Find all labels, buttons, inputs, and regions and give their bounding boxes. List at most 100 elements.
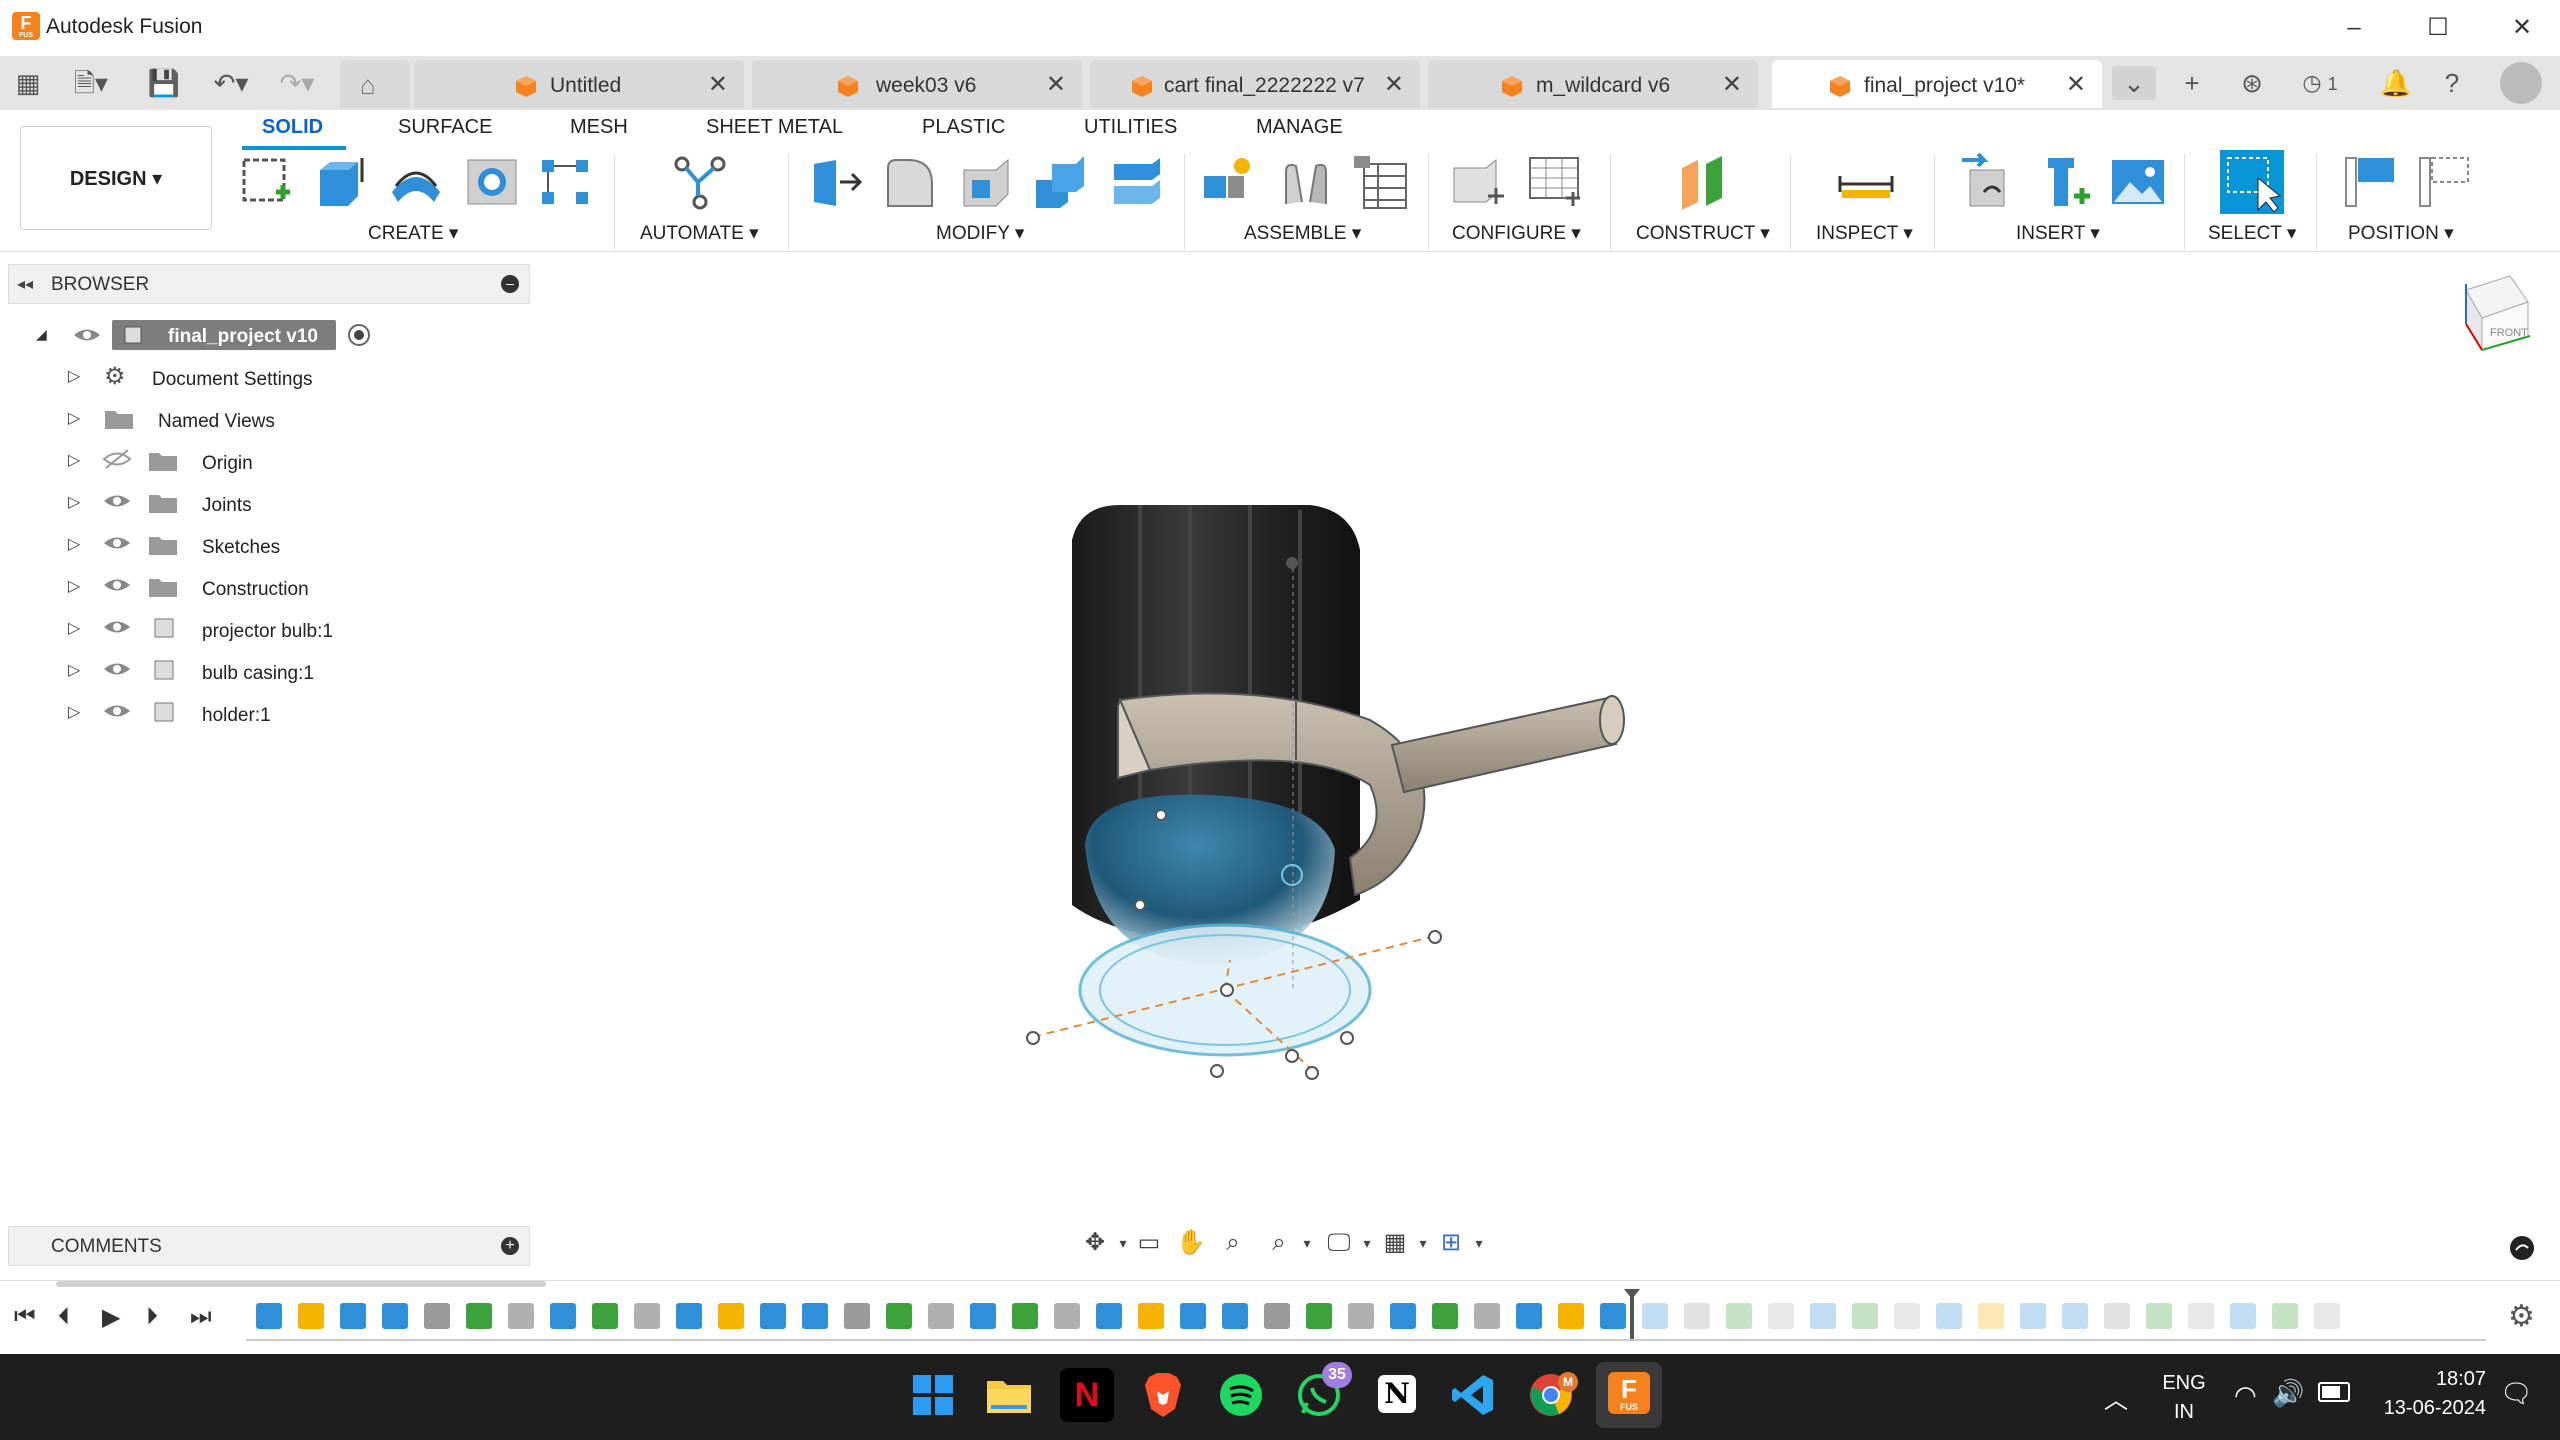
start-menu-icon[interactable] bbox=[906, 1368, 960, 1422]
expanded-caret-icon[interactable]: ◢ bbox=[36, 326, 47, 343]
app-grid-icon[interactable]: ▦ bbox=[12, 66, 44, 100]
comments-panel-header[interactable]: COMMENTS + bbox=[8, 1226, 530, 1266]
grid-dropdown-icon[interactable]: ▾ bbox=[1408, 1228, 1438, 1258]
tab-utilities[interactable]: UTILITIES bbox=[1084, 116, 1177, 139]
timeline-feature-icon[interactable] bbox=[1096, 1303, 1122, 1329]
tab-plastic[interactable]: PLASTIC bbox=[922, 116, 1005, 139]
timeline-feature-icon[interactable] bbox=[1810, 1303, 1836, 1329]
browser-item-projector-bulb[interactable]: ▷ projector bulb:1 bbox=[68, 612, 468, 644]
tab-cart-final[interactable]: cart final_2222222 v7 ✕ bbox=[1090, 60, 1420, 108]
timeline-feature-icon[interactable] bbox=[802, 1303, 828, 1329]
configure-icon[interactable] bbox=[1448, 152, 1508, 212]
timeline-feature-icon[interactable] bbox=[2020, 1303, 2046, 1329]
collapsed-caret-icon[interactable]: ▷ bbox=[68, 366, 80, 386]
activate-component-icon[interactable] bbox=[348, 324, 370, 346]
browser-panel-header[interactable]: ◂◂ BROWSER – bbox=[8, 264, 530, 304]
timeline-feature-icon[interactable] bbox=[424, 1303, 450, 1329]
step-forward-icon[interactable]: ⏵ bbox=[146, 1303, 158, 1331]
timeline-feature-icon[interactable] bbox=[1390, 1303, 1416, 1329]
timeline-feature-icon[interactable] bbox=[1642, 1303, 1668, 1329]
timeline-feature-icon[interactable] bbox=[382, 1303, 408, 1329]
eye-icon[interactable] bbox=[102, 616, 132, 638]
input-language-indicator[interactable]: ENG IN bbox=[2154, 1372, 2214, 1424]
timeline-settings-icon[interactable]: ⚙ bbox=[2508, 1299, 2535, 1334]
collapse-panel-icon[interactable]: ◂◂ bbox=[17, 274, 33, 294]
revert-position-icon[interactable] bbox=[2414, 152, 2474, 212]
whatsapp-icon[interactable]: 35 bbox=[1292, 1362, 1352, 1422]
tab-mesh[interactable]: MESH bbox=[570, 116, 628, 139]
timeline-feature-icon[interactable] bbox=[1852, 1303, 1878, 1329]
projector-bulb-dome[interactable] bbox=[1078, 794, 1372, 1057]
revolve-icon[interactable] bbox=[386, 152, 446, 212]
insert-menu[interactable]: INSERT ▾ bbox=[2016, 222, 2100, 245]
eye-icon[interactable] bbox=[102, 574, 132, 596]
select-menu[interactable]: SELECT ▾ bbox=[2208, 222, 2296, 245]
collapsed-caret-icon[interactable]: ▷ bbox=[68, 660, 80, 680]
extensions-icon[interactable]: ⊛ bbox=[2232, 66, 2272, 100]
timeline-feature-icon[interactable] bbox=[1348, 1303, 1374, 1329]
file-explorer-icon[interactable] bbox=[982, 1368, 1036, 1422]
timeline-feature-icon[interactable] bbox=[1180, 1303, 1206, 1329]
undo-icon[interactable]: ↶▾ bbox=[206, 66, 256, 100]
position-menu[interactable]: POSITION ▾ bbox=[2348, 222, 2454, 245]
timeline-feature-icon[interactable] bbox=[256, 1303, 282, 1329]
timeline-feature-icon[interactable] bbox=[2314, 1303, 2340, 1329]
3d-viewport[interactable]: FRONT bbox=[530, 252, 2560, 1260]
tab-untitled[interactable]: Untitled ✕ bbox=[414, 60, 744, 108]
measure-icon[interactable] bbox=[1836, 152, 1896, 212]
eye-icon[interactable] bbox=[102, 700, 132, 722]
viewcube[interactable]: FRONT bbox=[2465, 275, 2531, 352]
timeline-feature-icon[interactable] bbox=[1306, 1303, 1332, 1329]
timeline-feature-icon[interactable] bbox=[508, 1303, 534, 1329]
tab-solid[interactable]: SOLID bbox=[262, 116, 323, 139]
bill-of-materials-icon[interactable] bbox=[1350, 152, 1410, 212]
browser-item-bulb-casing[interactable]: ▷ bulb casing:1 bbox=[68, 654, 468, 686]
fillet-icon[interactable] bbox=[880, 152, 940, 212]
tab-surface[interactable]: SURFACE bbox=[398, 116, 492, 139]
maximize-button[interactable]: ☐ bbox=[2418, 8, 2458, 48]
zoom-icon[interactable]: ⌕ bbox=[1218, 1228, 1248, 1258]
spotify-icon[interactable] bbox=[1214, 1368, 1268, 1422]
close-tab-icon[interactable]: ✕ bbox=[1722, 70, 1742, 99]
timeline-feature-icon[interactable] bbox=[298, 1303, 324, 1329]
timeline-feature-icon[interactable] bbox=[1432, 1303, 1458, 1329]
orbit-icon[interactable]: ✥ bbox=[1080, 1228, 1110, 1258]
collapsed-caret-icon[interactable]: ▷ bbox=[68, 702, 80, 722]
timeline-feature-icon[interactable] bbox=[466, 1303, 492, 1329]
show-hidden-icons-icon[interactable]: ︿ bbox=[2104, 1380, 2128, 1415]
holder-rod[interactable] bbox=[1390, 695, 1625, 794]
close-tab-icon[interactable]: ✕ bbox=[1384, 70, 1404, 99]
eye-hidden-icon[interactable] bbox=[102, 448, 132, 470]
insert-image-icon[interactable] bbox=[2108, 152, 2168, 212]
timeline-feature-icon[interactable] bbox=[1600, 1303, 1626, 1329]
offset-plane-icon[interactable] bbox=[1672, 152, 1732, 212]
select-icon[interactable] bbox=[2218, 148, 2286, 216]
root-component-highlight[interactable]: final_project v10 bbox=[112, 320, 336, 350]
look-at-icon[interactable]: ▭ bbox=[1134, 1228, 1164, 1258]
collapsed-caret-icon[interactable]: ▷ bbox=[68, 534, 80, 554]
timeline-feature-icon[interactable] bbox=[1558, 1303, 1584, 1329]
configuration-table-icon[interactable] bbox=[1524, 152, 1584, 212]
timeline-feature-icon[interactable] bbox=[1768, 1303, 1794, 1329]
go-to-end-icon[interactable]: ⏭ bbox=[190, 1303, 212, 1331]
browser-root-row[interactable]: ◢ final_project v10 bbox=[36, 318, 396, 352]
timeline-feature-icon[interactable] bbox=[844, 1303, 870, 1329]
timeline-feature-icon[interactable] bbox=[2104, 1303, 2130, 1329]
insert-derive-icon[interactable] bbox=[1956, 152, 2016, 212]
browser-item-construction[interactable]: ▷ Construction bbox=[68, 570, 468, 602]
timeline-feature-icon[interactable] bbox=[1516, 1303, 1542, 1329]
browser-item-named-views[interactable]: ▷ Named Views bbox=[68, 402, 468, 434]
notion-icon[interactable]: N bbox=[1370, 1368, 1424, 1422]
eye-icon[interactable] bbox=[102, 532, 132, 554]
split-body-icon[interactable] bbox=[1106, 152, 1166, 212]
new-tab-icon[interactable]: + bbox=[2172, 66, 2212, 100]
play-icon[interactable]: ▶ bbox=[102, 1303, 120, 1332]
capture-position-icon[interactable] bbox=[2340, 152, 2400, 212]
grid-snaps-icon[interactable]: ▦ bbox=[1380, 1228, 1410, 1258]
timeline-feature-icon[interactable] bbox=[1264, 1303, 1290, 1329]
wifi-icon[interactable]: ◠ bbox=[2234, 1380, 2257, 1411]
pattern-icon[interactable] bbox=[536, 152, 596, 212]
eye-icon[interactable] bbox=[102, 490, 132, 512]
timeline-feature-icon[interactable] bbox=[592, 1303, 618, 1329]
system-clock[interactable]: 18:07 13-06-2024 bbox=[2366, 1368, 2486, 1420]
